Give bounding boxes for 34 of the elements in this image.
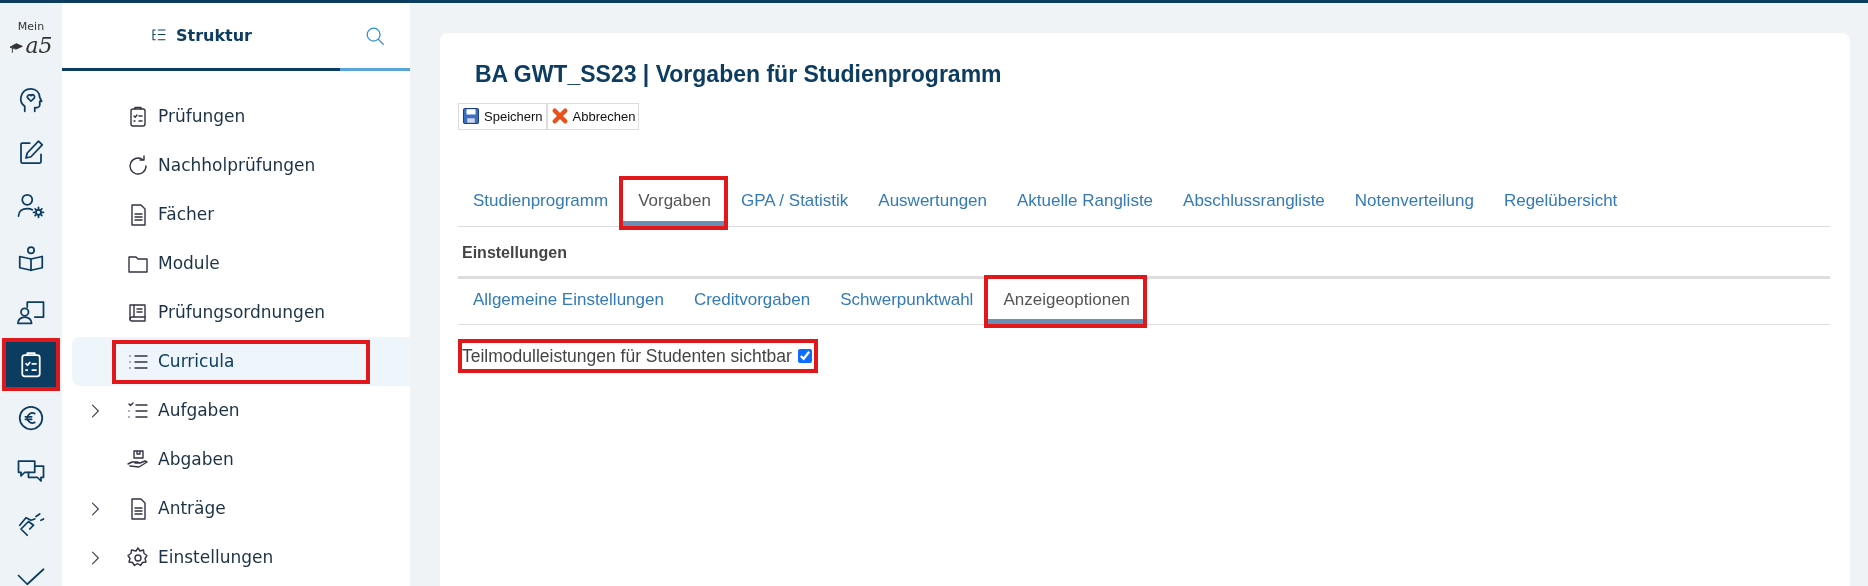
logo-text: a5 bbox=[25, 35, 53, 58]
tab[interactable]: Creditvorgaben bbox=[678, 278, 824, 325]
sidebar-item[interactable]: Nachholprüfungen bbox=[72, 143, 326, 188]
tab[interactable]: Aktuelle Rangliste bbox=[1002, 180, 1167, 226]
sidebar-item[interactable]: Anträge bbox=[72, 486, 236, 531]
reader-book-icon bbox=[16, 243, 46, 274]
sidebar-item[interactable]: Aufgaben bbox=[72, 388, 250, 433]
check-icon bbox=[16, 567, 46, 586]
logo-caption: Mein bbox=[17, 18, 45, 35]
tab[interactable]: Studienprogramm bbox=[458, 180, 622, 226]
sidebar-item[interactable]: Einstellungen bbox=[72, 535, 284, 580]
tab[interactable]: Notenverteilung bbox=[1339, 180, 1487, 226]
sidebar-item[interactable]: Prüfungen bbox=[72, 94, 256, 139]
cancel-button[interactable]: Abbrechen bbox=[546, 102, 640, 131]
save-button[interactable]: Speichern bbox=[458, 102, 547, 131]
cross-icon bbox=[550, 107, 569, 126]
tab[interactable]: Regelübersicht bbox=[1488, 180, 1631, 226]
checkbox[interactable] bbox=[797, 349, 812, 364]
tab[interactable]: Abschlussrangliste bbox=[1168, 180, 1338, 226]
tab[interactable]: Schwerpunktwahl bbox=[825, 278, 987, 325]
sidebar-item[interactable]: Fächer bbox=[72, 192, 225, 237]
tab[interactable]: GPA / Statistik bbox=[725, 180, 862, 226]
logo[interactable]: a5 bbox=[9, 35, 53, 58]
refresh-icon bbox=[126, 153, 150, 178]
sidebar-item[interactable]: Abgaben bbox=[72, 437, 244, 482]
section-heading: Einstellungen bbox=[458, 226, 1830, 279]
page-title: BA GWT_SS23 | Vorgaben für Studienprogramm bbox=[475, 61, 1003, 89]
checkbox-option[interactable]: Teilmodulleistungen für Studenten sichtbar bbox=[458, 339, 818, 374]
tab[interactable]: Auswertungen bbox=[863, 180, 1000, 226]
sidebar-item[interactable]: Module bbox=[72, 241, 230, 286]
structure-tab[interactable]: Struktur bbox=[62, 3, 340, 71]
sidebar-item[interactable]: Prüfungsordnungen bbox=[72, 290, 336, 335]
tab[interactable]: Allgemeine Einstellungen bbox=[458, 278, 677, 325]
floppy-icon bbox=[462, 107, 480, 126]
